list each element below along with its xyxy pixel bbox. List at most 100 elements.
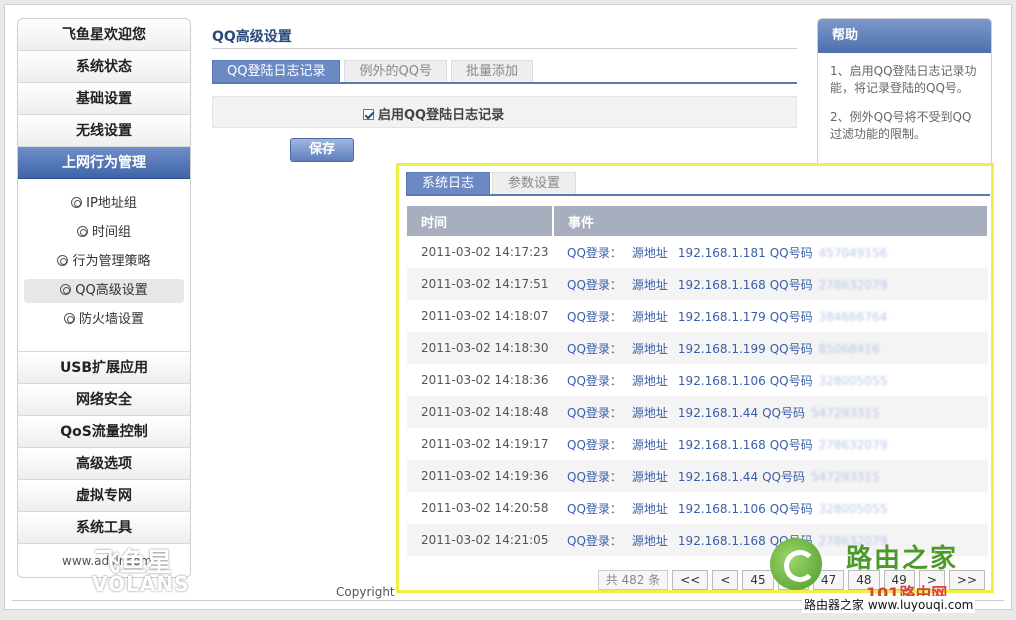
- checkbox-checked-icon[interactable]: [363, 109, 374, 120]
- source-label: 源地址: [631, 309, 668, 324]
- pager-total: 共 482 条: [597, 570, 669, 590]
- help-title: 帮助: [818, 19, 991, 53]
- qq-label: QQ号码: [769, 245, 813, 260]
- subnav-label: QQ高级设置: [75, 283, 148, 298]
- subnav-label: IP地址组: [86, 196, 137, 211]
- sidebar-item-behavior[interactable]: 上网行为管理: [18, 147, 190, 179]
- log-time: 2011-03-02 14:17:51: [407, 268, 553, 300]
- log-time: 2011-03-02 14:18:07: [421, 309, 549, 323]
- subnav-label: 时间组: [91, 225, 131, 240]
- circle-bullet-icon: [63, 313, 75, 324]
- qq-number: 547293315: [810, 469, 880, 484]
- source-label: 源地址: [631, 437, 668, 452]
- qq-label: QQ号码: [769, 373, 813, 388]
- subnav-label: 防火墙设置: [78, 312, 144, 327]
- qq-label: QQ号码: [769, 437, 813, 452]
- copyright-text: Copyright: [336, 585, 395, 599]
- source-ip: 192.168.1.168: [677, 437, 766, 452]
- event-prefix: QQ登录：: [567, 341, 622, 356]
- tab-parameters[interactable]: 参数设置: [492, 172, 577, 194]
- source-label: 源地址: [631, 405, 668, 420]
- sidebar-item-usb[interactable]: USB扩展应用: [18, 352, 190, 384]
- subnav-qq-advanced[interactable]: QQ高级设置: [24, 279, 184, 303]
- qq-label: QQ号码: [762, 405, 805, 420]
- pager-first-button[interactable]: <<: [672, 570, 709, 590]
- settings-tabs: QQ登陆日志记录 例外的QQ号 批量添加: [212, 60, 797, 84]
- qq-label: QQ号码: [769, 501, 813, 516]
- log-event: QQ登录： 源地址 192.168.1.168QQ号码 278632079: [553, 428, 988, 460]
- log-event: QQ登录： 源地址 192.168.1.44 QQ号码 547293315: [553, 396, 988, 428]
- sidebar-welcome: 飞鱼星欢迎您: [18, 19, 190, 51]
- source-ip: 192.168.1.44: [677, 469, 759, 484]
- table-row: 2011-03-02 14:20:58 QQ登录： 源地址 192.168.1.106…: [407, 492, 988, 524]
- log-time: 2011-03-02 14:21:05: [407, 524, 553, 556]
- sidebar: 飞鱼星欢迎您 系统状态 基础设置 无线设置 上网行为管理 IP地址组 时间组 行…: [17, 18, 191, 578]
- table-row: 2011-03-02 14:18:48 QQ登录： 源地址 192.168.1.44 Q…: [407, 396, 988, 428]
- sidebar-item-qos[interactable]: QoS流量控制: [18, 416, 190, 448]
- circle-bullet-icon: [57, 255, 69, 266]
- log-event: QQ登录： 源地址 192.168.1.168QQ号码 278632079: [553, 268, 988, 300]
- tab-batch-add[interactable]: 批量添加: [450, 60, 533, 82]
- table-row: 2011-03-02 14:19:17 QQ登录： 源地址 192.168.1.168…: [407, 428, 988, 460]
- logo-brand-en: VOLANS: [92, 572, 190, 596]
- tab-system-log[interactable]: 系统日志: [406, 172, 491, 194]
- source-label: 源地址: [631, 245, 668, 260]
- log-time: 2011-03-02 14:18:30: [407, 332, 553, 364]
- event-prefix: QQ登录：: [567, 277, 622, 292]
- log-time: 2011-03-02 14:17:23: [421, 245, 549, 259]
- tab-exception-qq[interactable]: 例外的QQ号: [344, 60, 447, 82]
- source-ip: 192.168.1.181: [677, 245, 766, 260]
- qq-label: QQ号码: [769, 277, 813, 292]
- title-divider: [212, 48, 797, 49]
- column-header-time: 时间: [407, 206, 554, 236]
- subnav-firewall[interactable]: 防火墙设置: [24, 308, 184, 332]
- source-ip: 192.168.1.44: [677, 405, 759, 420]
- subnav-time-group[interactable]: 时间组: [24, 221, 184, 245]
- subnav-behavior-policy[interactable]: 行为管理策略: [24, 250, 184, 274]
- qq-number: 328005055: [818, 501, 888, 516]
- watermark-site: 路由器之家 www.luyouqi.com: [802, 596, 976, 613]
- brand-logo: www.adslr.com 飞鱼星 VOLANS: [22, 540, 189, 598]
- help-body: 1、启用QQ登陆日志记录功能，将记录登陆的QQ号。 2、例外QQ号将不受到QQ过…: [818, 53, 991, 165]
- sidebar-item-wireless[interactable]: 无线设置: [18, 115, 190, 147]
- log-event: QQ登录： 源地址 192.168.1.181 QQ号码 457049156: [553, 236, 988, 268]
- qq-number: 278632079: [818, 277, 888, 292]
- circle-bullet-icon: [76, 226, 88, 237]
- table-row: 2011-03-02 14:17:23 QQ登录： 源地址 192.168.1.181…: [407, 236, 988, 268]
- table-row: 2011-03-02 14:19:36 QQ登录： 源地址 192.168.1.44 Q…: [407, 460, 988, 492]
- system-log-window: 系统日志 参数设置 时间 事件 2011-03-02 14:17:23 QQ登录：…: [396, 163, 994, 593]
- log-event: QQ登录： 源地址 192.168.1.199 QQ号码 85068416: [553, 332, 988, 364]
- log-event: QQ登录： 源地址 192.168.1.106 QQ号码 328005055: [553, 364, 988, 396]
- enable-log-option[interactable]: 启用QQ登陆日志记录: [363, 104, 504, 123]
- tab-qq-login-log[interactable]: QQ登陆日志记录: [212, 60, 341, 82]
- sidebar-item-security[interactable]: 网络安全: [18, 384, 190, 416]
- log-event: QQ登录： 源地址 192.168.1.179 QQ号码 384666764: [553, 300, 988, 332]
- sidebar-item-basic[interactable]: 基础设置: [18, 83, 190, 115]
- log-time: 2011-03-02 14:18:36: [421, 373, 549, 387]
- table-row: 2011-03-02 14:18:07 QQ登录： 源地址 192.168.1.179…: [407, 300, 988, 332]
- qq-label: QQ号码: [762, 469, 805, 484]
- circle-bullet-icon: [71, 197, 83, 208]
- help-paragraph: 2、例外QQ号将不受到QQ过滤功能的限制。: [830, 110, 972, 141]
- pager-prev-button[interactable]: <: [712, 570, 739, 590]
- sidebar-item-vpn[interactable]: 虚拟专网: [18, 480, 190, 512]
- page-title: QQ高级设置: [212, 29, 292, 45]
- qq-number: 85068416: [818, 341, 880, 356]
- event-prefix: QQ登录：: [567, 405, 622, 420]
- save-button[interactable]: 保存: [290, 138, 354, 162]
- pager-page[interactable]: 45: [742, 570, 774, 590]
- table-row: 2011-03-02 14:18:36 QQ登录： 源地址 192.168.1.106…: [407, 364, 988, 396]
- event-prefix: QQ登录：: [567, 309, 622, 324]
- log-event: QQ登录： 源地址 192.168.1.106 QQ号码 328005055: [553, 492, 988, 524]
- event-prefix: QQ登录：: [567, 373, 622, 388]
- router-logo-icon: [770, 538, 822, 590]
- sidebar-item-status[interactable]: 系统状态: [18, 51, 190, 83]
- qq-number: 547293315: [810, 405, 880, 420]
- subnav-ip-group[interactable]: IP地址组: [24, 192, 184, 216]
- sidebar-item-advanced[interactable]: 高级选项: [18, 448, 190, 480]
- watermark: 路由之家 101路由网 路由器之家 www.luyouqi.com: [770, 536, 1010, 616]
- event-prefix: QQ登录：: [567, 501, 622, 516]
- source-label: 源地址: [631, 341, 668, 356]
- source-label: 源地址: [631, 277, 668, 292]
- event-prefix: QQ登录：: [567, 533, 622, 548]
